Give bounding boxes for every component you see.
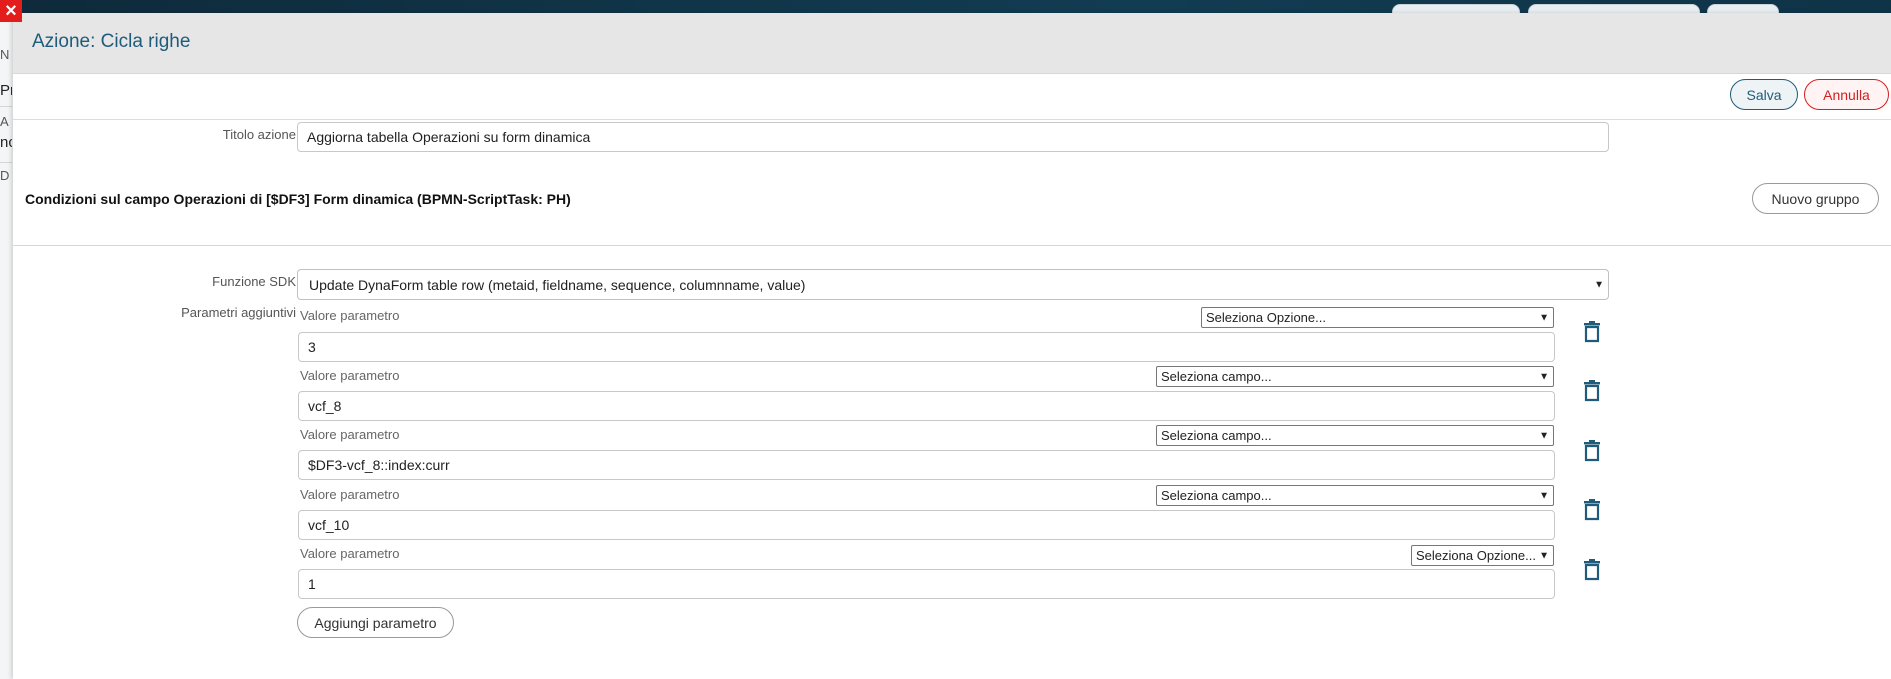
sdk-function-select[interactable]: Update DynaForm table row (metaid, field… (297, 269, 1609, 300)
chevron-down-icon: ▼ (1594, 279, 1604, 290)
chevron-down-icon: ▼ (1539, 490, 1549, 501)
condition-title: Condizioni sul campo Operazioni di [$DF3… (25, 191, 571, 207)
param-select[interactable]: Seleziona campo... ▼ (1156, 425, 1554, 446)
background-text-fragment: N (0, 47, 10, 62)
funzione-sdk-label: Funzione SDK (212, 274, 296, 289)
param-select[interactable]: Seleziona campo... ▼ (1156, 485, 1554, 506)
param-select[interactable]: Seleziona Opzione... ▼ (1411, 545, 1554, 566)
cancel-button[interactable]: Annulla (1804, 79, 1889, 110)
background-text-fragment: nc (0, 134, 12, 151)
background-topbar (0, 0, 1891, 20)
param-select-value: Seleziona campo... (1161, 369, 1272, 384)
param-value-input[interactable]: 3 (298, 332, 1555, 362)
param-select[interactable]: Seleziona campo... ▼ (1156, 366, 1554, 387)
param-label: Valore parametro (300, 487, 400, 502)
sdk-function-value: Update DynaForm table row (metaid, field… (309, 276, 806, 293)
modal-header: Azione: Cicla righe (13, 13, 1891, 74)
param-value-input[interactable]: $DF3-vcf_8::index:curr (298, 450, 1555, 480)
param-label: Valore parametro (300, 368, 400, 383)
trash-icon[interactable] (1583, 321, 1601, 343)
param-label: Valore parametro (300, 427, 400, 442)
chevron-down-icon: ▼ (1539, 312, 1549, 323)
titolo-azione-label: Titolo azione (222, 127, 296, 142)
param-select[interactable]: Seleziona Opzione... ▼ (1201, 307, 1554, 328)
background-text-fragment: D (0, 168, 10, 183)
parametri-aggiuntivi-label: Parametri aggiuntivi (181, 305, 296, 320)
param-value-input[interactable]: vcf_8 (298, 391, 1555, 421)
trash-icon[interactable] (1583, 440, 1601, 462)
chevron-down-icon: ▼ (1539, 550, 1549, 561)
param-label: Valore parametro (300, 308, 400, 323)
background-text-fragment: Pr (0, 82, 12, 99)
param-label: Valore parametro (300, 546, 400, 561)
param-value-input[interactable]: 1 (298, 569, 1555, 599)
section-divider (13, 245, 1891, 246)
param-select-value: Seleziona Opzione... (1416, 548, 1536, 563)
background-divider (0, 106, 12, 107)
trash-icon[interactable] (1583, 559, 1601, 581)
param-select-value: Seleziona campo... (1161, 488, 1272, 503)
background-divider (0, 162, 12, 163)
modal-title: Azione: Cicla righe (32, 31, 191, 52)
chevron-down-icon: ▼ (1539, 430, 1549, 441)
param-value-input[interactable]: vcf_10 (298, 510, 1555, 540)
close-icon[interactable]: × (0, 0, 22, 22)
chevron-down-icon: ▼ (1539, 371, 1549, 382)
action-modal: Azione: Cicla righe Salva Annulla Titolo… (13, 13, 1891, 679)
save-button[interactable]: Salva (1730, 79, 1798, 110)
modal-toolbar (13, 74, 1891, 120)
add-parameter-button[interactable]: Aggiungi parametro (297, 607, 454, 638)
new-group-button[interactable]: Nuovo gruppo (1752, 183, 1879, 214)
trash-icon[interactable] (1583, 499, 1601, 521)
titolo-azione-input[interactable]: Aggiorna tabella Operazioni su form dina… (297, 122, 1609, 152)
param-select-value: Seleziona Opzione... (1206, 310, 1326, 325)
param-select-value: Seleziona campo... (1161, 428, 1272, 443)
trash-icon[interactable] (1583, 380, 1601, 402)
background-text-fragment: A (0, 114, 9, 129)
background-sidebar: N Pr A nc D (0, 14, 14, 679)
